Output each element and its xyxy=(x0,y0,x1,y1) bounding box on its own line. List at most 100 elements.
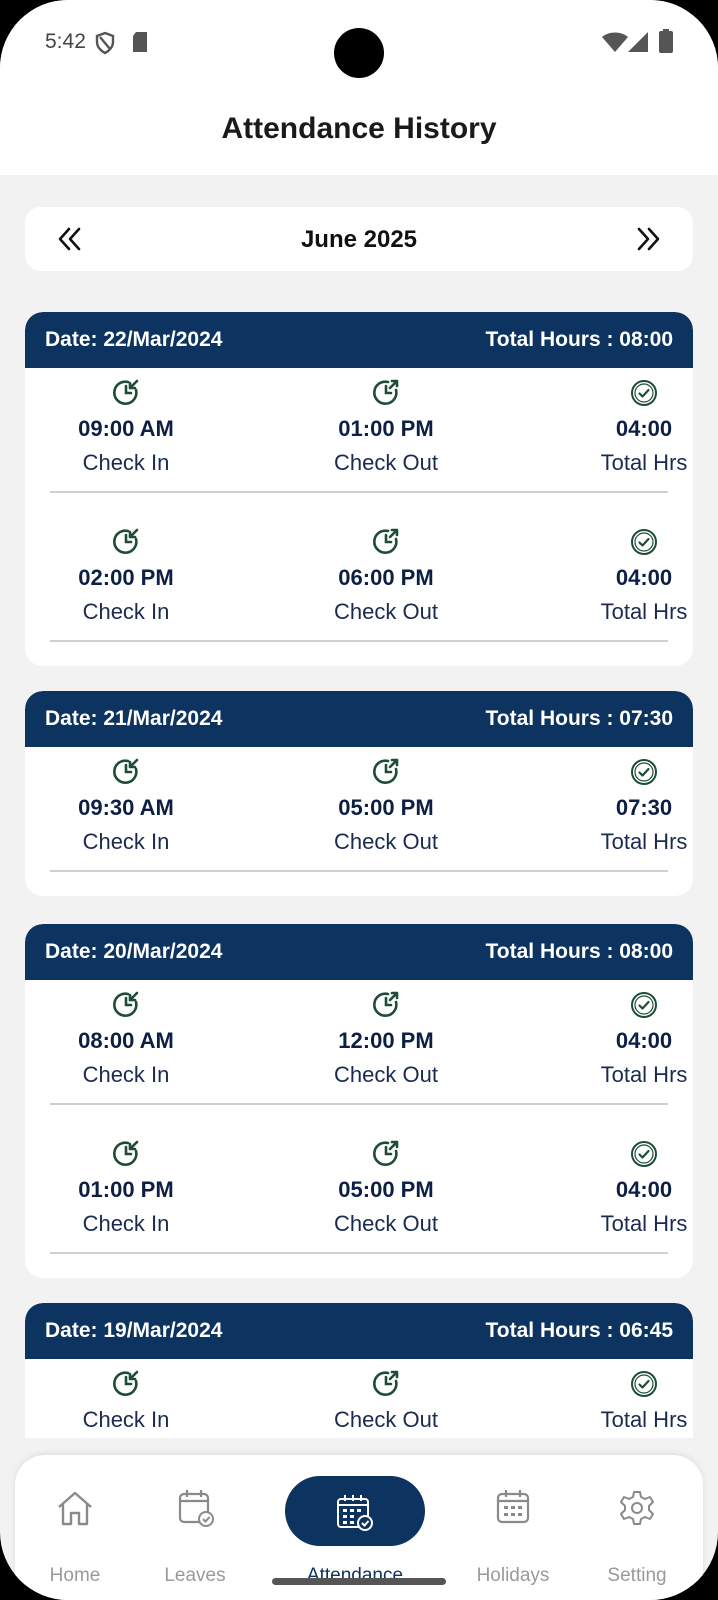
row-divider xyxy=(50,870,668,872)
clock-out-icon xyxy=(373,758,399,784)
card-date: Date: 20/Mar/2024 xyxy=(45,940,223,963)
check-circle-icon xyxy=(631,1141,657,1167)
check-circle-icon xyxy=(631,380,657,406)
total-hours-value: 07:30 xyxy=(615,795,673,820)
row-divider xyxy=(50,1252,668,1254)
check-in-column: 09:00 AM Check In xyxy=(51,378,201,476)
wifi-icon xyxy=(602,32,628,52)
page-title: Attendance History xyxy=(221,112,497,145)
check-out-column: 12:00 PM Check Out xyxy=(311,990,461,1088)
card-date: Date: 19/Mar/2024 xyxy=(45,1319,223,1342)
total-hours-column: 07:30 Total Hrs xyxy=(569,757,693,855)
check-circle-icon xyxy=(631,1371,657,1397)
check-out-label: Check Out xyxy=(334,1407,438,1432)
home-icon xyxy=(58,1491,92,1526)
status-bar: 5:42 xyxy=(0,0,718,86)
clock-in-icon xyxy=(113,379,139,405)
check-in-column: 01:00 PM Check In xyxy=(51,1139,201,1237)
signal-icon xyxy=(628,32,648,52)
check-out-column: Check Out xyxy=(311,1369,461,1433)
total-hours-label: Total Hrs xyxy=(600,599,688,624)
attendance-entry-row: 01:00 PM Check In 05:00 PM Check Out 04:00 To… xyxy=(25,1129,693,1278)
attendance-card: Date: 22/Mar/2024 Total Hours : 08:00 09:0… xyxy=(25,312,693,666)
attendance-entry-row: 02:00 PM Check In 06:00 PM Check Out 04:00 To… xyxy=(25,517,693,666)
check-in-label: Check In xyxy=(82,1407,170,1432)
clock-in-icon xyxy=(113,758,139,784)
attendance-card: Date: 21/Mar/2024 Total Hours : 07:30 09:3… xyxy=(25,691,693,896)
card-header: Date: 19/Mar/2024 Total Hours : 06:45 xyxy=(25,1303,693,1359)
nav-holidays[interactable]: Holidays xyxy=(461,1455,565,1600)
check-out-time: 05:00 PM xyxy=(338,795,434,820)
check-circle-icon xyxy=(631,529,657,555)
check-in-label: Check In xyxy=(82,829,170,854)
check-in-label: Check In xyxy=(82,1062,170,1087)
check-out-column: 05:00 PM Check Out xyxy=(311,757,461,855)
nav-setting[interactable]: Setting xyxy=(585,1455,689,1600)
card-header: Date: 22/Mar/2024 Total Hours : 08:00 xyxy=(25,312,693,368)
nav-holidays-label: Holidays xyxy=(476,1565,550,1586)
card-total-hours: Total Hours : 08:00 xyxy=(485,328,673,351)
attendance-entry-row: 09:00 AM Check In 01:00 PM Check Out 04:00 To… xyxy=(25,368,693,517)
check-out-time: 05:00 PM xyxy=(338,1177,434,1202)
attendance-entry-row: 08:00 AM Check In 12:00 PM Check Out 04:00 To… xyxy=(25,980,693,1129)
total-hours-column: 04:00 Total Hrs xyxy=(569,378,693,476)
app-screen: 5:42 Attendance History June 2025 Date: … xyxy=(0,0,718,1600)
card-header: Date: 21/Mar/2024 Total Hours : 07:30 xyxy=(25,691,693,747)
check-in-column: 08:00 AM Check In xyxy=(51,990,201,1088)
nav-leaves-label: Leaves xyxy=(164,1565,226,1586)
clock-in-icon xyxy=(113,1370,139,1396)
attendance-calendar-icon xyxy=(337,1495,373,1531)
clock-out-icon xyxy=(373,1140,399,1166)
total-hours-label: Total Hrs xyxy=(600,1211,688,1236)
card-date: Date: 22/Mar/2024 xyxy=(45,328,223,351)
nav-home[interactable]: Home xyxy=(23,1455,127,1600)
check-out-time: 12:00 PM xyxy=(338,1028,434,1053)
nav-home-label: Home xyxy=(49,1565,101,1586)
clock-in-icon xyxy=(113,1140,139,1166)
check-out-column: 01:00 PM Check Out xyxy=(311,378,461,476)
clock-out-icon xyxy=(373,528,399,554)
total-hours-value: 04:00 xyxy=(615,416,673,441)
attendance-list[interactable]: Date: 22/Mar/2024 Total Hours : 08:00 09:0… xyxy=(0,175,718,1438)
check-in-time: 02:00 PM xyxy=(78,565,174,590)
check-out-time: 01:00 PM xyxy=(338,416,434,441)
check-in-column: Check In xyxy=(51,1369,201,1433)
total-hours-value: 04:00 xyxy=(615,1028,673,1053)
check-out-label: Check Out xyxy=(334,1062,438,1087)
card-header: Date: 20/Mar/2024 Total Hours : 08:00 xyxy=(25,924,693,980)
check-circle-icon xyxy=(631,759,657,785)
front-camera xyxy=(334,28,384,78)
total-hours-column: 04:00 Total Hrs xyxy=(569,1139,693,1237)
calendar-check-icon xyxy=(178,1490,214,1527)
clock-out-icon xyxy=(373,379,399,405)
clock-in-icon xyxy=(113,991,139,1017)
check-out-column: 06:00 PM Check Out xyxy=(311,527,461,625)
row-divider xyxy=(50,1103,668,1105)
top-app-bar: 5:42 Attendance History xyxy=(0,0,718,175)
calendar-icon xyxy=(496,1490,530,1524)
nav-leaves[interactable]: Leaves xyxy=(143,1455,247,1600)
check-out-label: Check Out xyxy=(334,450,438,475)
total-hours-label: Total Hrs xyxy=(600,450,688,475)
gesture-home-bar[interactable] xyxy=(272,1578,446,1585)
total-hours-value: 04:00 xyxy=(615,565,673,590)
battery-icon xyxy=(659,29,673,53)
shield-icon xyxy=(95,31,115,55)
total-hours-column: 04:00 Total Hrs xyxy=(569,527,693,625)
check-in-label: Check In xyxy=(82,450,170,475)
status-time: 5:42 xyxy=(45,30,86,53)
attendance-card: Date: 19/Mar/2024 Total Hours : 06:45 Chec… xyxy=(25,1303,693,1438)
row-divider xyxy=(50,491,668,493)
attendance-entry-row: 09:30 AM Check In 05:00 PM Check Out 07:30 To… xyxy=(25,747,693,896)
total-hours-value: 04:00 xyxy=(615,1177,673,1202)
check-in-time: 08:00 AM xyxy=(78,1028,174,1053)
card-date: Date: 21/Mar/2024 xyxy=(45,707,223,730)
card-total-hours: Total Hours : 06:45 xyxy=(485,1319,673,1342)
check-out-label: Check Out xyxy=(334,599,438,624)
total-hours-label: Total Hrs xyxy=(600,1407,688,1432)
nav-setting-label: Setting xyxy=(607,1565,667,1586)
check-in-time: 09:30 AM xyxy=(78,795,174,820)
sd-card-icon xyxy=(133,32,147,52)
row-divider xyxy=(50,640,668,642)
check-out-label: Check Out xyxy=(334,829,438,854)
